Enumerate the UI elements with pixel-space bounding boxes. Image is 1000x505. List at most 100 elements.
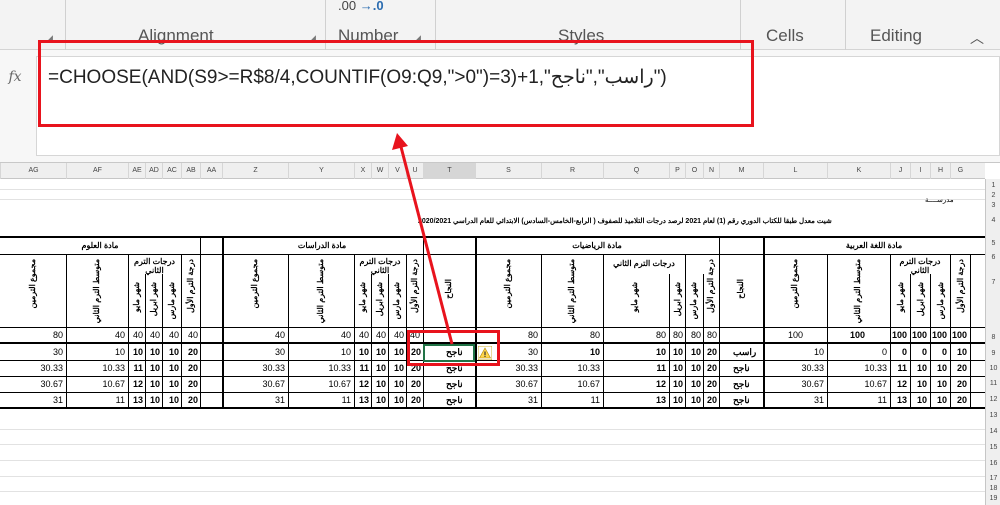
table-cell[interactable]: 10.33: [288, 363, 351, 373]
column-header[interactable]: P: [669, 163, 685, 179]
table-cell[interactable]: 10: [388, 395, 404, 405]
table-cell[interactable]: 11: [354, 363, 369, 373]
column-header[interactable]: O: [685, 163, 703, 179]
table-cell[interactable]: 11: [288, 395, 351, 405]
column-header[interactable]: K: [827, 163, 890, 179]
row-header[interactable]: 10: [986, 365, 1000, 372]
table-cell[interactable]: 30: [222, 347, 285, 357]
table-cell[interactable]: 10: [950, 347, 967, 357]
row-header[interactable]: 11: [986, 380, 1000, 387]
table-cell[interactable]: 10: [371, 379, 386, 389]
column-header[interactable]: V: [388, 163, 406, 179]
table-cell[interactable]: 30.67: [0, 379, 63, 389]
table-cell[interactable]: ناجح: [446, 395, 463, 406]
table-cell[interactable]: 10: [388, 347, 404, 357]
table-cell[interactable]: 10: [371, 395, 386, 405]
row-header[interactable]: 3: [986, 202, 1000, 209]
table-cell[interactable]: 10: [354, 347, 369, 357]
table-cell[interactable]: 10.67: [66, 379, 125, 389]
row-header[interactable]: 13: [986, 412, 1000, 419]
table-cell[interactable]: 10: [930, 395, 947, 405]
table-cell[interactable]: 0: [930, 347, 947, 357]
row-header[interactable]: 7: [986, 279, 1000, 286]
table-cell[interactable]: 10: [541, 347, 600, 357]
table-cell[interactable]: 20: [406, 395, 421, 405]
ribbon-group-editing[interactable]: Editing: [870, 26, 922, 46]
table-cell[interactable]: 12: [128, 379, 143, 389]
table-cell[interactable]: 10: [128, 347, 143, 357]
table-cell[interactable]: 10: [685, 379, 701, 389]
table-cell[interactable]: 30.33: [222, 363, 285, 373]
column-header[interactable]: G: [950, 163, 970, 179]
table-cell[interactable]: 10: [371, 347, 386, 357]
table-cell[interactable]: 20: [703, 395, 717, 405]
table-cell[interactable]: 10: [145, 347, 160, 357]
table-cell[interactable]: 30.67: [222, 379, 285, 389]
table-cell[interactable]: 11: [128, 363, 143, 373]
table-cell[interactable]: 10: [763, 347, 824, 357]
row-header[interactable]: 18: [986, 485, 1000, 492]
table-cell[interactable]: 10: [685, 347, 701, 357]
column-header[interactable]: H: [930, 163, 950, 179]
table-cell[interactable]: 10: [930, 379, 947, 389]
table-cell[interactable]: 12: [890, 379, 907, 389]
table-cell[interactable]: 30: [0, 347, 63, 357]
table-cell[interactable]: 10: [669, 347, 683, 357]
table-cell[interactable]: 30.33: [0, 363, 63, 373]
row-header[interactable]: 6: [986, 254, 1000, 261]
row-header[interactable]: 17: [986, 475, 1000, 482]
column-header[interactable]: S: [475, 163, 541, 179]
table-cell[interactable]: 12: [603, 379, 666, 389]
table-cell[interactable]: 30.67: [763, 379, 824, 389]
table-cell[interactable]: 10: [162, 363, 179, 373]
row-header[interactable]: 1: [986, 182, 1000, 189]
table-cell[interactable]: 31: [222, 395, 285, 405]
column-header[interactable]: N: [703, 163, 719, 179]
row-header[interactable]: 5: [986, 240, 1000, 247]
column-header[interactable]: Q: [603, 163, 669, 179]
column-header[interactable]: AF: [66, 163, 128, 179]
column-header[interactable]: I: [910, 163, 930, 179]
table-cell[interactable]: 10.33: [827, 363, 887, 373]
column-header[interactable]: AE: [128, 163, 145, 179]
table-cell[interactable]: 11: [541, 395, 600, 405]
column-header[interactable]: AG: [0, 163, 66, 179]
table-cell[interactable]: 10: [669, 395, 683, 405]
table-cell[interactable]: 10: [145, 379, 160, 389]
table-cell[interactable]: 20: [406, 379, 421, 389]
table-cell[interactable]: 11: [66, 395, 125, 405]
row-header[interactable]: 9: [986, 350, 1000, 357]
table-cell[interactable]: ناجح: [733, 379, 750, 390]
table-cell[interactable]: 10: [669, 363, 683, 373]
table-cell[interactable]: راسب: [733, 347, 756, 358]
table-cell[interactable]: 20: [181, 363, 198, 373]
table-cell[interactable]: 0: [910, 347, 927, 357]
table-cell[interactable]: 10: [145, 395, 160, 405]
table-cell[interactable]: 10: [910, 379, 927, 389]
column-header[interactable]: AA: [200, 163, 222, 179]
table-cell[interactable]: 31: [763, 395, 824, 405]
table-cell[interactable]: 0: [890, 347, 907, 357]
column-header[interactable]: J: [890, 163, 910, 179]
column-header[interactable]: AB: [181, 163, 200, 179]
table-cell[interactable]: 13: [354, 395, 369, 405]
row-header[interactable]: 15: [986, 444, 1000, 451]
table-cell[interactable]: 20: [703, 347, 717, 357]
table-cell[interactable]: 31: [0, 395, 63, 405]
column-header[interactable]: AD: [145, 163, 162, 179]
table-cell[interactable]: 10.67: [827, 379, 887, 389]
table-cell[interactable]: 10: [930, 363, 947, 373]
table-cell[interactable]: 10: [162, 379, 179, 389]
column-header[interactable]: W: [371, 163, 388, 179]
row-header[interactable]: 19: [986, 495, 1000, 502]
table-cell[interactable]: 10: [669, 379, 683, 389]
warning-icon[interactable]: [478, 346, 492, 360]
column-header[interactable]: T: [423, 163, 475, 179]
column-header[interactable]: Z: [222, 163, 288, 179]
row-header[interactable]: 12: [986, 396, 1000, 403]
table-cell[interactable]: 20: [950, 379, 967, 389]
row-header[interactable]: 4: [986, 217, 1000, 224]
table-cell[interactable]: 13: [603, 395, 666, 405]
column-header[interactable]: M: [719, 163, 763, 179]
table-cell[interactable]: 13: [890, 395, 907, 405]
